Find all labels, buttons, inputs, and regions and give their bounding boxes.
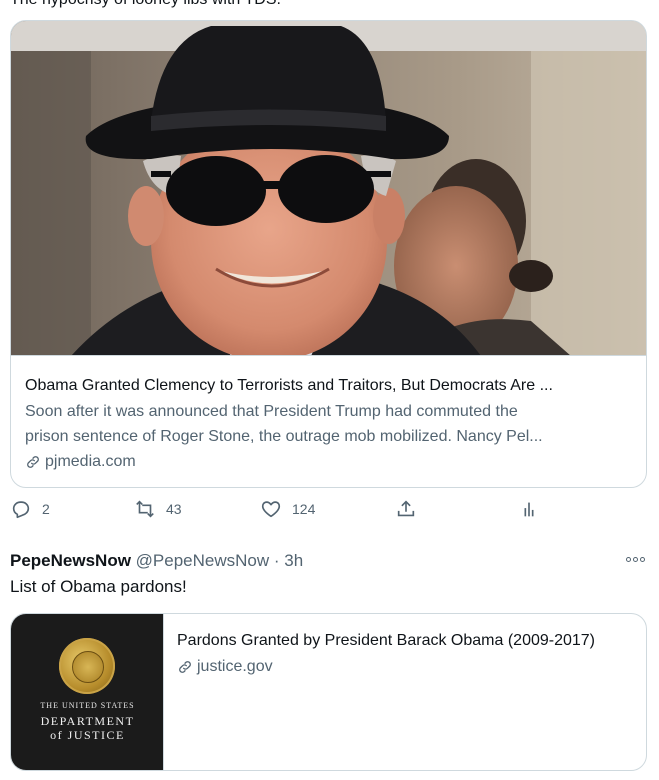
reply-count: 2: [42, 501, 50, 517]
card-image-doj-logo: THE UNITED STATES DEPARTMENT of JUSTICE: [11, 614, 164, 770]
more-dot-icon: [626, 557, 631, 562]
reply-button[interactable]: 2: [10, 498, 50, 520]
retweet-count: 43: [166, 501, 182, 517]
reply-icon: [12, 501, 30, 519]
retweet-icon: [136, 500, 154, 518]
link-icon: [27, 456, 39, 468]
analytics-icon: [524, 502, 534, 517]
doj-logo-line3: of JUSTICE: [50, 728, 125, 742]
card-description-line1: Soon after it was announced that Preside…: [25, 403, 518, 420]
retweet-button[interactable]: 43: [134, 498, 182, 520]
like-count: 124: [292, 501, 316, 517]
doj-logo-line2: DEPARTMENT: [40, 714, 135, 728]
card-image-photo: [11, 21, 646, 356]
card2-domain-text: justice.gov: [197, 658, 273, 675]
more-options-button[interactable]: [626, 557, 645, 562]
more-dot-icon: [633, 557, 638, 562]
analytics-button[interactable]: [518, 498, 540, 520]
tweet-action-bar: 2 43 124: [10, 498, 610, 528]
card-title: Obama Granted Clemency to Terrorists and…: [25, 377, 553, 394]
card-domain-text: pjmedia.com: [45, 453, 136, 470]
card2-title: Pardons Granted by President Barack Obam…: [177, 632, 596, 649]
link-card-pjmedia[interactable]: Obama Granted Clemency to Terrorists and…: [10, 20, 647, 488]
tweet2-header: PepeNewsNow @PepeNewsNow · 3h: [10, 551, 303, 571]
link-icon: [179, 661, 191, 673]
author-name[interactable]: PepeNewsNow: [10, 551, 131, 570]
share-button[interactable]: [395, 498, 417, 520]
card2-domain: justice.gov: [177, 654, 634, 680]
heart-icon: [261, 501, 281, 518]
doj-logo-line1: THE UNITED STATES: [40, 701, 135, 710]
separator-dot: ·: [273, 551, 280, 570]
doj-seal-icon: [59, 638, 115, 694]
tweet2-text: List of Obama pardons!: [10, 577, 187, 596]
share-icon: [397, 500, 415, 517]
link-card-justice[interactable]: THE UNITED STATES DEPARTMENT of JUSTICE …: [10, 613, 647, 771]
card-description: Soon after it was announced that Preside…: [25, 399, 634, 449]
like-button[interactable]: 124: [260, 498, 315, 520]
card-description-line2: prison sentence of Roger Stone, the outr…: [25, 428, 543, 445]
card-domain: pjmedia.com: [25, 449, 634, 475]
tweet-time[interactable]: 3h: [284, 551, 303, 570]
more-dot-icon: [640, 557, 645, 562]
author-handle[interactable]: @PepeNewsNow: [136, 551, 269, 570]
tweet1-text: The hypocrisy of looney libs with TDS.: [10, 0, 281, 9]
